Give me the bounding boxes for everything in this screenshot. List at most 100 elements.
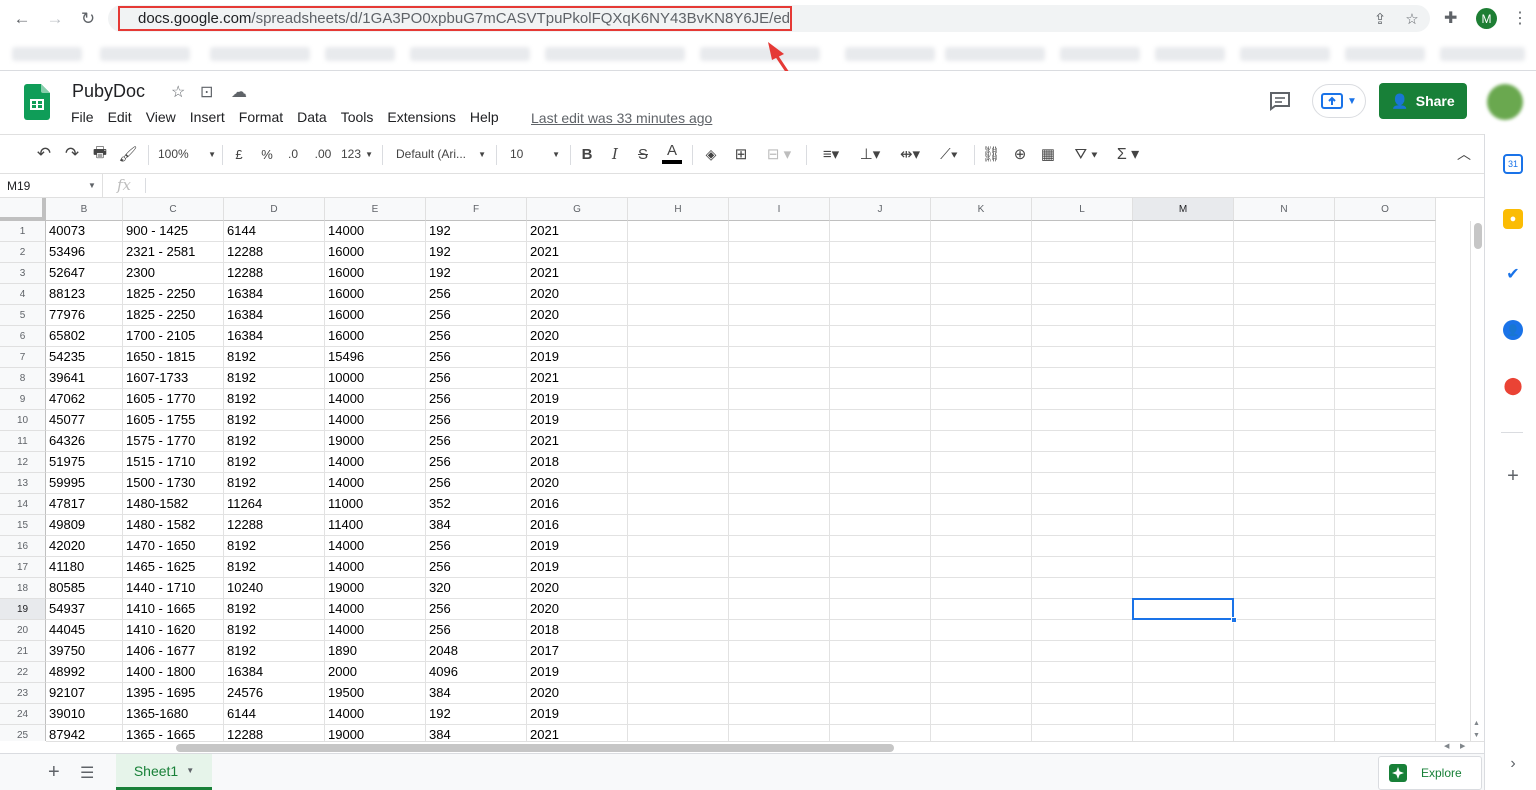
cell-n16[interactable] [1234, 536, 1335, 557]
cell-b22[interactable]: 48992 [46, 662, 123, 683]
cell-n12[interactable] [1234, 452, 1335, 473]
cell-d13[interactable]: 8192 [224, 473, 325, 494]
cell-m19[interactable] [1133, 599, 1234, 620]
tasks-icon[interactable]: ✔ [1503, 264, 1523, 284]
menu-format[interactable]: Format [232, 109, 290, 125]
cell-f12[interactable]: 256 [426, 452, 527, 473]
cell-l4[interactable] [1032, 284, 1133, 305]
cell-d12[interactable]: 8192 [224, 452, 325, 473]
row-header[interactable]: 8 [0, 368, 46, 389]
increase-decimal-button[interactable]: .00 [310, 135, 336, 173]
cell-l15[interactable] [1032, 515, 1133, 536]
cell-o3[interactable] [1335, 263, 1436, 284]
cell-e23[interactable]: 19500 [325, 683, 426, 704]
cell-m3[interactable] [1133, 263, 1234, 284]
cell-l13[interactable] [1032, 473, 1133, 494]
cell-m6[interactable] [1133, 326, 1234, 347]
cell-f4[interactable]: 256 [426, 284, 527, 305]
bookmark-item[interactable] [1440, 47, 1525, 61]
cell-m17[interactable] [1133, 557, 1234, 578]
cell-l18[interactable] [1032, 578, 1133, 599]
cell-j6[interactable] [830, 326, 931, 347]
cell-g10[interactable]: 2019 [527, 410, 628, 431]
row-header[interactable]: 11 [0, 431, 46, 452]
cell-b14[interactable]: 47817 [46, 494, 123, 515]
cell-b2[interactable]: 53496 [46, 242, 123, 263]
cell-b11[interactable]: 64326 [46, 431, 123, 452]
cell-c21[interactable]: 1406 - 1677 [123, 641, 224, 662]
cell-c12[interactable]: 1515 - 1710 [123, 452, 224, 473]
cell-m1[interactable] [1133, 221, 1234, 242]
cell-f17[interactable]: 256 [426, 557, 527, 578]
cell-l24[interactable] [1032, 704, 1133, 725]
cell-e10[interactable]: 14000 [325, 410, 426, 431]
bold-icon[interactable]: B [578, 135, 596, 173]
reload-icon[interactable]: ↻ [77, 8, 99, 30]
row-header[interactable]: 1 [0, 221, 46, 242]
redo-icon[interactable]: ↷ [61, 135, 83, 173]
cell-e21[interactable]: 1890 [325, 641, 426, 662]
cell-h3[interactable] [628, 263, 729, 284]
scroll-down-arrow-icon[interactable]: ▼ [1473, 732, 1480, 739]
expand-panel-icon[interactable]: › [1503, 754, 1523, 774]
insert-comment-icon[interactable]: ⊕ [1010, 135, 1030, 173]
cell-c23[interactable]: 1395 - 1695 [123, 683, 224, 704]
cell-k12[interactable] [931, 452, 1032, 473]
cell-e1[interactable]: 14000 [325, 221, 426, 242]
fill-color-icon[interactable]: ◈ [701, 135, 721, 173]
cell-n14[interactable] [1234, 494, 1335, 515]
cell-d5[interactable]: 16384 [224, 305, 325, 326]
cell-g22[interactable]: 2019 [527, 662, 628, 683]
row-header[interactable]: 12 [0, 452, 46, 473]
font-size-select[interactable]: 10 ▼ [510, 135, 560, 173]
menu-tools[interactable]: Tools [334, 109, 381, 125]
cell-k14[interactable] [931, 494, 1032, 515]
cell-b12[interactable]: 51975 [46, 452, 123, 473]
cell-b1[interactable]: 40073 [46, 221, 123, 242]
cell-j19[interactable] [830, 599, 931, 620]
cell-k18[interactable] [931, 578, 1032, 599]
cell-c16[interactable]: 1470 - 1650 [123, 536, 224, 557]
cell-c18[interactable]: 1440 - 1710 [123, 578, 224, 599]
collapse-toolbar-icon[interactable]: ︿ [1454, 135, 1474, 173]
menu-view[interactable]: View [139, 109, 183, 125]
cell-n11[interactable] [1234, 431, 1335, 452]
cell-e4[interactable]: 16000 [325, 284, 426, 305]
select-all-corner[interactable] [0, 198, 46, 221]
cell-h11[interactable] [628, 431, 729, 452]
cell-j8[interactable] [830, 368, 931, 389]
bookmark-item[interactable] [1240, 47, 1330, 61]
paint-format-icon[interactable]: 🖌 [117, 135, 139, 173]
cell-k17[interactable] [931, 557, 1032, 578]
cell-b10[interactable]: 45077 [46, 410, 123, 431]
cell-m15[interactable] [1133, 515, 1234, 536]
cell-e18[interactable]: 19000 [325, 578, 426, 599]
cell-o5[interactable] [1335, 305, 1436, 326]
cell-m8[interactable] [1133, 368, 1234, 389]
cell-e14[interactable]: 11000 [325, 494, 426, 515]
cell-o6[interactable] [1335, 326, 1436, 347]
cell-e9[interactable]: 14000 [325, 389, 426, 410]
cell-i10[interactable] [729, 410, 830, 431]
cell-i23[interactable] [729, 683, 830, 704]
cell-o17[interactable] [1335, 557, 1436, 578]
cell-h24[interactable] [628, 704, 729, 725]
cell-f22[interactable]: 4096 [426, 662, 527, 683]
cell-n4[interactable] [1234, 284, 1335, 305]
cell-c20[interactable]: 1410 - 1620 [123, 620, 224, 641]
cell-n10[interactable] [1234, 410, 1335, 431]
cell-d10[interactable]: 8192 [224, 410, 325, 431]
text-wrapping-icon[interactable]: ⇹▾ [894, 135, 926, 173]
bookmark-item[interactable] [1060, 47, 1140, 61]
cell-d9[interactable]: 8192 [224, 389, 325, 410]
cell-k2[interactable] [931, 242, 1032, 263]
cell-m24[interactable] [1133, 704, 1234, 725]
row-header[interactable]: 16 [0, 536, 46, 557]
cell-j13[interactable] [830, 473, 931, 494]
horizontal-scrollbar[interactable]: ◀ ▶ [46, 741, 1484, 753]
cell-i22[interactable] [729, 662, 830, 683]
cell-o20[interactable] [1335, 620, 1436, 641]
italic-icon[interactable]: I [606, 135, 624, 173]
cell-b25[interactable]: 87942 [46, 725, 123, 741]
cell-l16[interactable] [1032, 536, 1133, 557]
